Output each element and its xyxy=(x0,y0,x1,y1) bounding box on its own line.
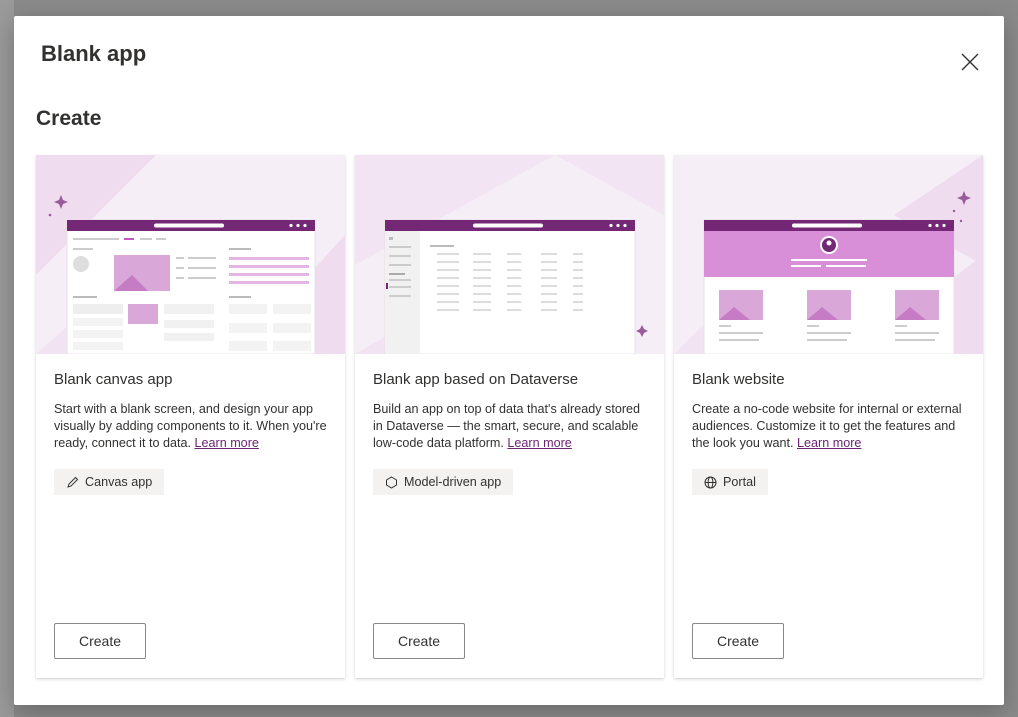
description-text: Start with a blank screen, and design yo… xyxy=(54,402,327,450)
app-type-tag: Model-driven app xyxy=(373,469,514,495)
create-button[interactable]: Create xyxy=(692,623,784,659)
tag-label: Portal xyxy=(723,475,756,489)
learn-more-link[interactable]: Learn more xyxy=(194,436,258,450)
card-title: Blank website xyxy=(692,371,785,388)
learn-more-link[interactable]: Learn more xyxy=(507,436,571,450)
card-blank-website: Blank website Create a no-code website f… xyxy=(674,155,983,678)
card-description: Create a no-code website for internal or… xyxy=(692,401,970,452)
tag-label: Model-driven app xyxy=(404,475,502,489)
model-driven-icon xyxy=(386,475,397,489)
card-title: Blank canvas app xyxy=(54,371,173,388)
close-button[interactable] xyxy=(958,50,982,74)
card-blank-app-dataverse: Blank app based on Dataverse Build an ap… xyxy=(355,155,664,678)
card-description: Build an app on top of data that's alrea… xyxy=(373,401,651,452)
blank-app-dialog: Blank app Create Blank canvas app Start … xyxy=(14,16,1004,705)
canvas-app-illustration xyxy=(36,155,345,354)
learn-more-link[interactable]: Learn more xyxy=(797,436,861,450)
dataverse-app-illustration xyxy=(355,155,664,354)
globe-icon xyxy=(704,476,717,488)
dialog-title: Blank app xyxy=(41,41,147,66)
card-blank-canvas-app: Blank canvas app Start with a blank scre… xyxy=(36,155,345,678)
backdrop-panel-left xyxy=(0,0,14,717)
create-button[interactable]: Create xyxy=(54,623,146,659)
card-title: Blank app based on Dataverse xyxy=(373,371,579,388)
close-icon xyxy=(961,53,979,71)
tag-label: Canvas app xyxy=(85,475,153,489)
app-type-tag: Canvas app xyxy=(54,469,165,495)
app-type-tag: Portal xyxy=(692,469,768,495)
pencil-icon xyxy=(67,476,79,488)
create-button[interactable]: Create xyxy=(373,623,465,659)
card-description: Start with a blank screen, and design yo… xyxy=(54,401,332,452)
website-illustration xyxy=(674,155,983,354)
section-title: Create xyxy=(36,107,102,130)
